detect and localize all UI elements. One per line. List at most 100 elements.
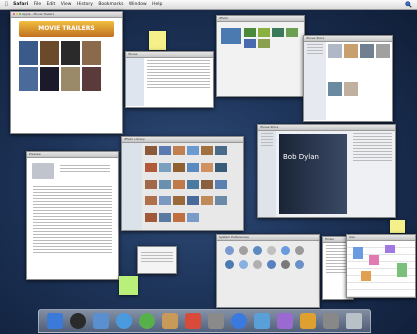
menu-item-bookmarks[interactable]: Bookmarks [98, 0, 123, 9]
spotlight-search-icon[interactable] [404, 1, 413, 8]
menu-item-view[interactable]: View [61, 0, 72, 9]
calendar-event[interactable] [397, 263, 407, 277]
photo-thumbnail[interactable] [187, 196, 199, 206]
preference-pane-icon[interactable] [281, 246, 290, 255]
photo-thumbnail[interactable] [201, 162, 213, 172]
dashboard-icon[interactable] [69, 313, 86, 329]
calendar-event[interactable] [385, 245, 395, 253]
preference-pane-icon[interactable] [267, 246, 276, 255]
photo-thumbnail[interactable] [244, 28, 256, 37]
apple-logo-icon[interactable]:  [5, 0, 8, 9]
photo-thumbnail[interactable] [201, 196, 213, 206]
ical-window[interactable]: iCal [346, 234, 416, 298]
photo-thumbnail[interactable] [244, 39, 256, 48]
photo-thumbnail[interactable] [159, 162, 171, 172]
photo-thumbnail[interactable] [145, 196, 157, 206]
itunes-icon[interactable] [231, 313, 248, 329]
artist-banner[interactable]: Bob Dylan [279, 134, 347, 214]
preference-pane-icon[interactable] [267, 260, 276, 269]
photo-thumbnail[interactable] [201, 179, 213, 189]
menu-item-help[interactable]: Help [152, 0, 162, 9]
preference-pane-icon[interactable] [253, 260, 262, 269]
photo-thumbnail[interactable] [187, 146, 199, 155]
photo-thumbnail[interactable] [159, 196, 171, 206]
small-dialog-window[interactable] [137, 246, 177, 274]
calendar-event[interactable] [361, 271, 371, 281]
album-cover[interactable] [360, 44, 374, 58]
preference-pane-icon[interactable] [239, 246, 248, 255]
photo-thumbnail[interactable] [215, 162, 227, 172]
itunes-store-window[interactable]: iTunes Store [303, 35, 393, 122]
address-book-icon[interactable] [161, 313, 178, 329]
preview-document-window[interactable]: Preview [26, 151, 119, 280]
movie-poster[interactable] [61, 67, 80, 91]
photo-thumbnail[interactable] [145, 146, 157, 155]
photo-thumbnail[interactable] [201, 146, 213, 155]
movie-poster[interactable] [82, 41, 101, 65]
ical-icon[interactable] [184, 313, 201, 329]
album-cover[interactable] [344, 44, 358, 58]
photo-thumbnail[interactable] [215, 196, 227, 206]
movie-poster[interactable] [19, 67, 38, 91]
photo-thumbnail[interactable] [159, 213, 171, 223]
photo-thumbnail[interactable] [173, 196, 185, 206]
movie-poster[interactable] [82, 67, 101, 91]
photo-thumbnail[interactable] [173, 162, 185, 172]
safari-movie-trailers-window[interactable]: Apple - Movie Trailers MOVIE TRAILERS [10, 11, 123, 134]
itunes-store-artist-window[interactable]: iTunes Store Bob Dylan [257, 124, 396, 218]
itunes-window[interactable]: iTunes [125, 51, 214, 108]
system-preferences-icon[interactable] [323, 313, 340, 329]
photo-thumbnail[interactable] [187, 213, 199, 223]
menu-item-window[interactable]: Window [129, 0, 147, 9]
preference-pane-icon[interactable] [225, 246, 234, 255]
movie-poster[interactable] [40, 41, 59, 65]
photo-thumbnail[interactable] [258, 28, 270, 37]
photo-thumbnail[interactable] [159, 179, 171, 189]
photo-thumbnail[interactable] [145, 179, 157, 189]
movie-poster[interactable] [19, 41, 38, 65]
movie-poster[interactable] [40, 67, 59, 91]
store-sidebar[interactable] [258, 131, 276, 217]
preference-pane-icon[interactable] [295, 260, 304, 269]
photo-thumbnail[interactable] [187, 179, 199, 189]
iphoto-window[interactable]: iPhoto [216, 15, 305, 97]
iphoto-icon[interactable] [254, 313, 271, 329]
preference-pane-icon[interactable] [253, 246, 262, 255]
sticky-note-yellow[interactable] [149, 31, 166, 50]
photo-thumbnail[interactable] [258, 39, 270, 48]
photo-thumbnail[interactable] [187, 162, 199, 172]
garageband-icon[interactable] [300, 313, 317, 329]
sticky-note-yellow[interactable] [390, 220, 405, 233]
iphoto-library-window[interactable]: iPhoto Library [121, 136, 244, 231]
window-title-bar[interactable]: Apple - Movie Trailers [11, 12, 122, 18]
photo-thumbnail[interactable] [173, 146, 185, 155]
photo-thumbnail[interactable] [173, 179, 185, 189]
menu-item-edit[interactable]: Edit [47, 0, 56, 9]
album-cover[interactable] [328, 44, 342, 58]
photo-thumbnail[interactable] [215, 179, 227, 189]
system-preferences-window[interactable]: System Preferences [216, 234, 320, 308]
calendar-grid[interactable] [347, 241, 415, 297]
itunes-song-list[interactable] [144, 58, 213, 106]
album-cover[interactable] [328, 82, 342, 96]
movie-poster[interactable] [61, 41, 80, 65]
preference-pane-icon[interactable] [295, 246, 304, 255]
calendar-event[interactable] [353, 247, 363, 259]
preference-pane-icon[interactable] [281, 260, 290, 269]
safari-icon[interactable] [115, 313, 132, 329]
photo-thumbnail[interactable] [145, 213, 157, 223]
itunes-source-list[interactable] [126, 58, 144, 106]
preference-pane-icon[interactable] [225, 260, 234, 269]
photo-thumbnail[interactable] [159, 146, 171, 155]
photo-thumbnail[interactable] [173, 213, 185, 223]
menu-item-file[interactable]: File [34, 0, 42, 9]
mail-icon[interactable] [92, 313, 109, 329]
photo-sidebar[interactable] [122, 143, 142, 230]
ichat-icon[interactable] [138, 313, 155, 329]
sticky-note-green[interactable] [119, 276, 138, 295]
album-cover[interactable] [344, 82, 358, 96]
imovie-icon[interactable] [277, 313, 294, 329]
preview-icon[interactable] [207, 313, 224, 329]
photo-thumbnail[interactable] [272, 28, 284, 37]
album-cover[interactable] [376, 44, 390, 58]
